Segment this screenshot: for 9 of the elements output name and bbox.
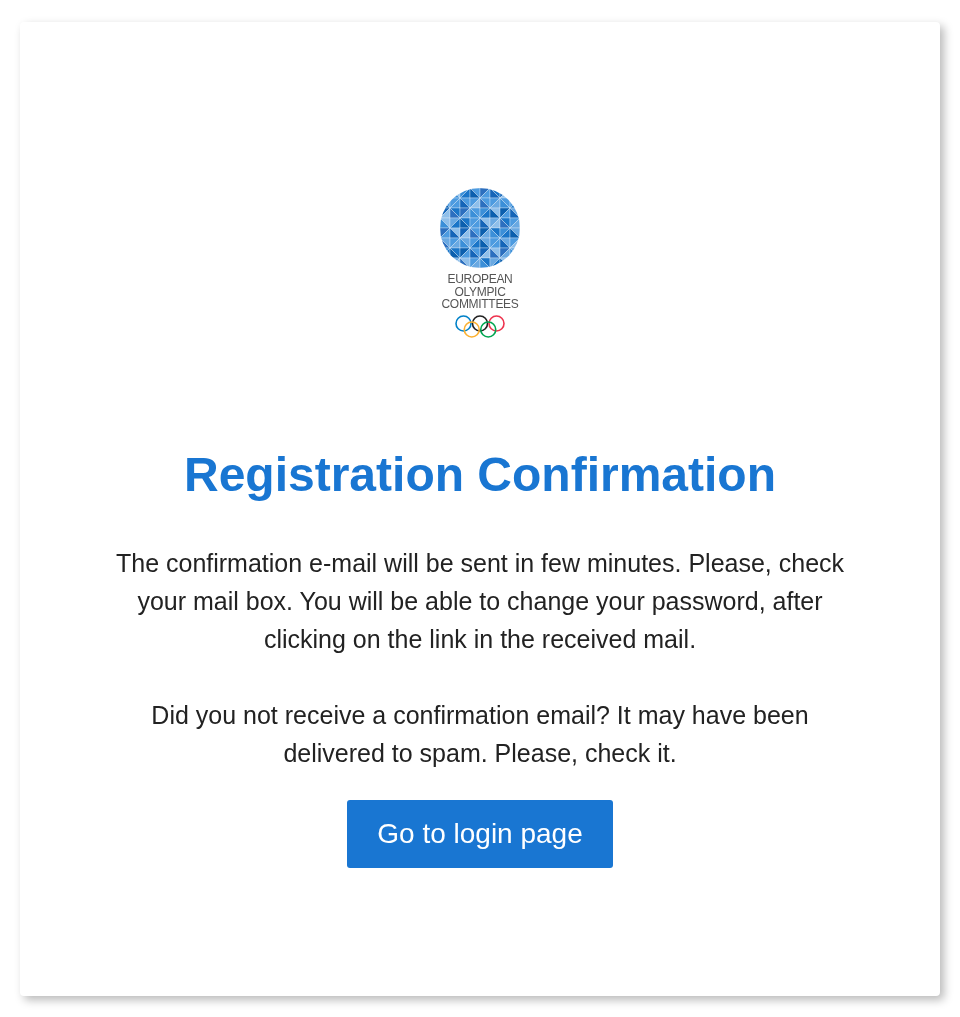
- message-text: The confirmation e-mail will be sent in few minutes. Please, check your mail box. You will be able to change your password, after clicking on the link in the received mail.: [114, 547, 846, 655]
- mosaic-emblem-icon: [440, 188, 520, 268]
- page-title: Registration Confirmation: [184, 446, 776, 503]
- logo-text: COMMITTEES: [441, 298, 519, 311]
- login-button[interactable]: Go to login page: [347, 799, 613, 868]
- message-text: Did you not receive a confirmation email? It may have been delivered to spam. Please, check it.: [150, 699, 810, 769]
- logo-text: OLYMPIC: [454, 285, 506, 298]
- five-rings-icon: [455, 314, 505, 338]
- logo-text: EUROPEAN: [447, 273, 513, 286]
